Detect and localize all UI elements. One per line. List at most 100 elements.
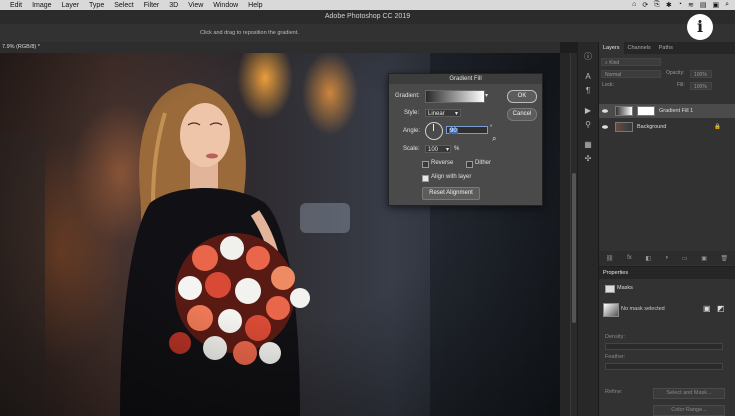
new-group-icon[interactable]: ▭ [682,255,688,262]
reset-alignment-button[interactable]: Reset Alignment [422,187,480,200]
dialog-title: Gradient Fill [389,74,542,84]
style-label: Style: [404,110,420,116]
pixel-mask-icon[interactable]: ▣ [703,304,711,313]
align-label: Align with layer [431,174,472,180]
style-value: Linear [428,111,445,117]
menu-view[interactable]: View [188,2,203,9]
dither-checkbox[interactable] [466,161,473,168]
panel-icon-strip: ⓘ A ¶ ▶ ⚲ ▦ ✣ [578,42,599,416]
angle-value: 90 [449,128,458,134]
blend-mode-select[interactable]: Normal [601,70,661,78]
add-mask-icon[interactable]: ◧ [645,255,651,262]
density-label: Density: [605,334,625,340]
character-panel-icon[interactable]: A [583,72,593,82]
adjust-panel-icon[interactable]: ✣ [583,154,593,164]
fill-label: Fill: [677,82,685,88]
grid-panel-icon[interactable]: ▦ [583,140,593,150]
share-icon[interactable]: ⎘ [654,1,660,9]
scale-label: Scale: [403,146,420,152]
clock-icon[interactable]: ◔ [678,1,682,9]
density-slider[interactable] [605,343,723,350]
ok-button[interactable]: OK [507,90,537,103]
vector-mask-icon[interactable]: ◩ [717,304,725,313]
feather-label: Feather: [605,354,626,360]
app-title-bar: Adobe Photoshop CC 2019 [0,10,735,24]
layer-name: Gradient Fill 1 [659,108,694,114]
scale-unit: % [454,146,460,152]
cancel-button[interactable]: Cancel [507,108,537,121]
menu-help[interactable]: Help [248,2,262,9]
menu-select[interactable]: Select [114,2,133,9]
trash-icon[interactable]: 🗑 [721,255,729,262]
sync-icon[interactable]: ⟳ [642,1,648,9]
fx-icon[interactable]: fx [627,255,632,261]
scroll-thumb[interactable] [572,173,576,323]
mask-icon [605,285,615,293]
menu-type[interactable]: Type [89,2,104,9]
opacity-input[interactable]: 100% [690,70,712,78]
opacity-value: 100% [694,72,707,78]
document-tab[interactable]: 7.9% (RGB/8) * [0,42,560,53]
blend-mode-value: Normal [605,72,622,78]
fill-input[interactable]: 100% [690,82,712,90]
color-range-button[interactable]: Color Range... [653,405,725,416]
info-icon[interactable]: i [687,14,713,40]
kind-filter[interactable]: ⌕ Kind [601,58,661,66]
menu-3d[interactable]: 3D [169,2,178,9]
layer-row-background[interactable]: Background 🔒 [599,120,735,134]
menu-window[interactable]: Window [213,2,238,9]
tab-paths[interactable]: Paths [655,42,677,54]
lock-label: Lock: [602,82,614,88]
feather-slider[interactable] [605,363,723,370]
cursor-icon: ⌕ [492,134,497,143]
masks-section-label: Masks [617,285,633,291]
chevron-down-icon: ▾ [454,111,458,117]
angle-input[interactable]: 90 [446,126,488,134]
display-icon[interactable]: ▣ [712,1,719,9]
select-and-mask-button[interactable]: Select and Mask... [653,388,725,399]
fill-value: 100% [694,84,707,90]
paragraph-panel-icon[interactable]: ¶ [583,86,593,96]
home-icon[interactable]: ⌂ [632,1,636,9]
style-select[interactable]: Linear ▾ [425,109,461,117]
status-icons: ⌂ ⟳ ⎘ ✱ ◔ ≋ ▤ ▣ ⌕ [632,1,735,9]
layer-name: Background [637,124,667,130]
reverse-label: Reverse [431,160,454,166]
menu-layer[interactable]: Layer [62,2,80,9]
gradient-label: Gradient: [395,93,420,99]
gradient-swatch[interactable] [425,90,485,103]
link-layers-icon[interactable]: ⛓ [606,255,614,262]
opacity-label: Opacity: [666,70,685,76]
angle-dial[interactable] [425,122,443,140]
actions-panel-icon[interactable]: ▶ [583,106,593,116]
properties-panel: Properties Masks No mask selected ▣ ◩ De… [599,267,735,416]
mac-menu-bar: Edit Image Layer Type Select Filter 3D V… [0,0,735,10]
battery-icon[interactable]: ▤ [700,1,707,9]
menu-filter[interactable]: Filter [144,2,160,9]
menu-image[interactable]: Image [32,2,51,9]
wifi-icon[interactable]: ≋ [688,1,694,9]
reverse-checkbox[interactable] [422,161,429,168]
bluetooth-icon[interactable]: ✱ [666,1,672,9]
layers-bottom-toolbar: ⛓ fx ◧ ◑ ▭ ▣ 🗑 [599,251,735,265]
gradient-dropdown-icon[interactable]: ▾ [485,92,488,99]
adjustment-layer-icon[interactable]: ◑ [665,255,669,261]
eye-icon[interactable] [602,108,608,114]
info-panel-icon[interactable]: ⓘ [583,52,593,62]
scale-input[interactable]: 100 ▾ [425,145,451,153]
layer-row-gradient-fill[interactable]: Gradient Fill 1 [599,104,735,118]
tab-channels[interactable]: Channels [624,42,655,54]
spotlight-icon[interactable]: ⌕ [725,1,729,9]
gradient-fill-dialog: Gradient Fill Gradient: ▾ Style: Linear ▾… [388,73,543,206]
tab-layers[interactable]: Layers [599,42,624,54]
new-layer-icon[interactable]: ▣ [701,255,707,262]
eye-icon[interactable] [602,124,608,130]
gradient-thumbnail [615,106,633,116]
canvas-scrollbar[interactable] [570,53,577,416]
dither-label: Dither [475,160,492,166]
menu-edit[interactable]: Edit [10,2,22,9]
history-panel-icon[interactable]: ⚲ [583,120,593,130]
align-checkbox[interactable] [422,175,429,182]
layers-panel-tabs: Layers Channels Paths [599,42,735,54]
background-thumbnail [615,122,633,132]
